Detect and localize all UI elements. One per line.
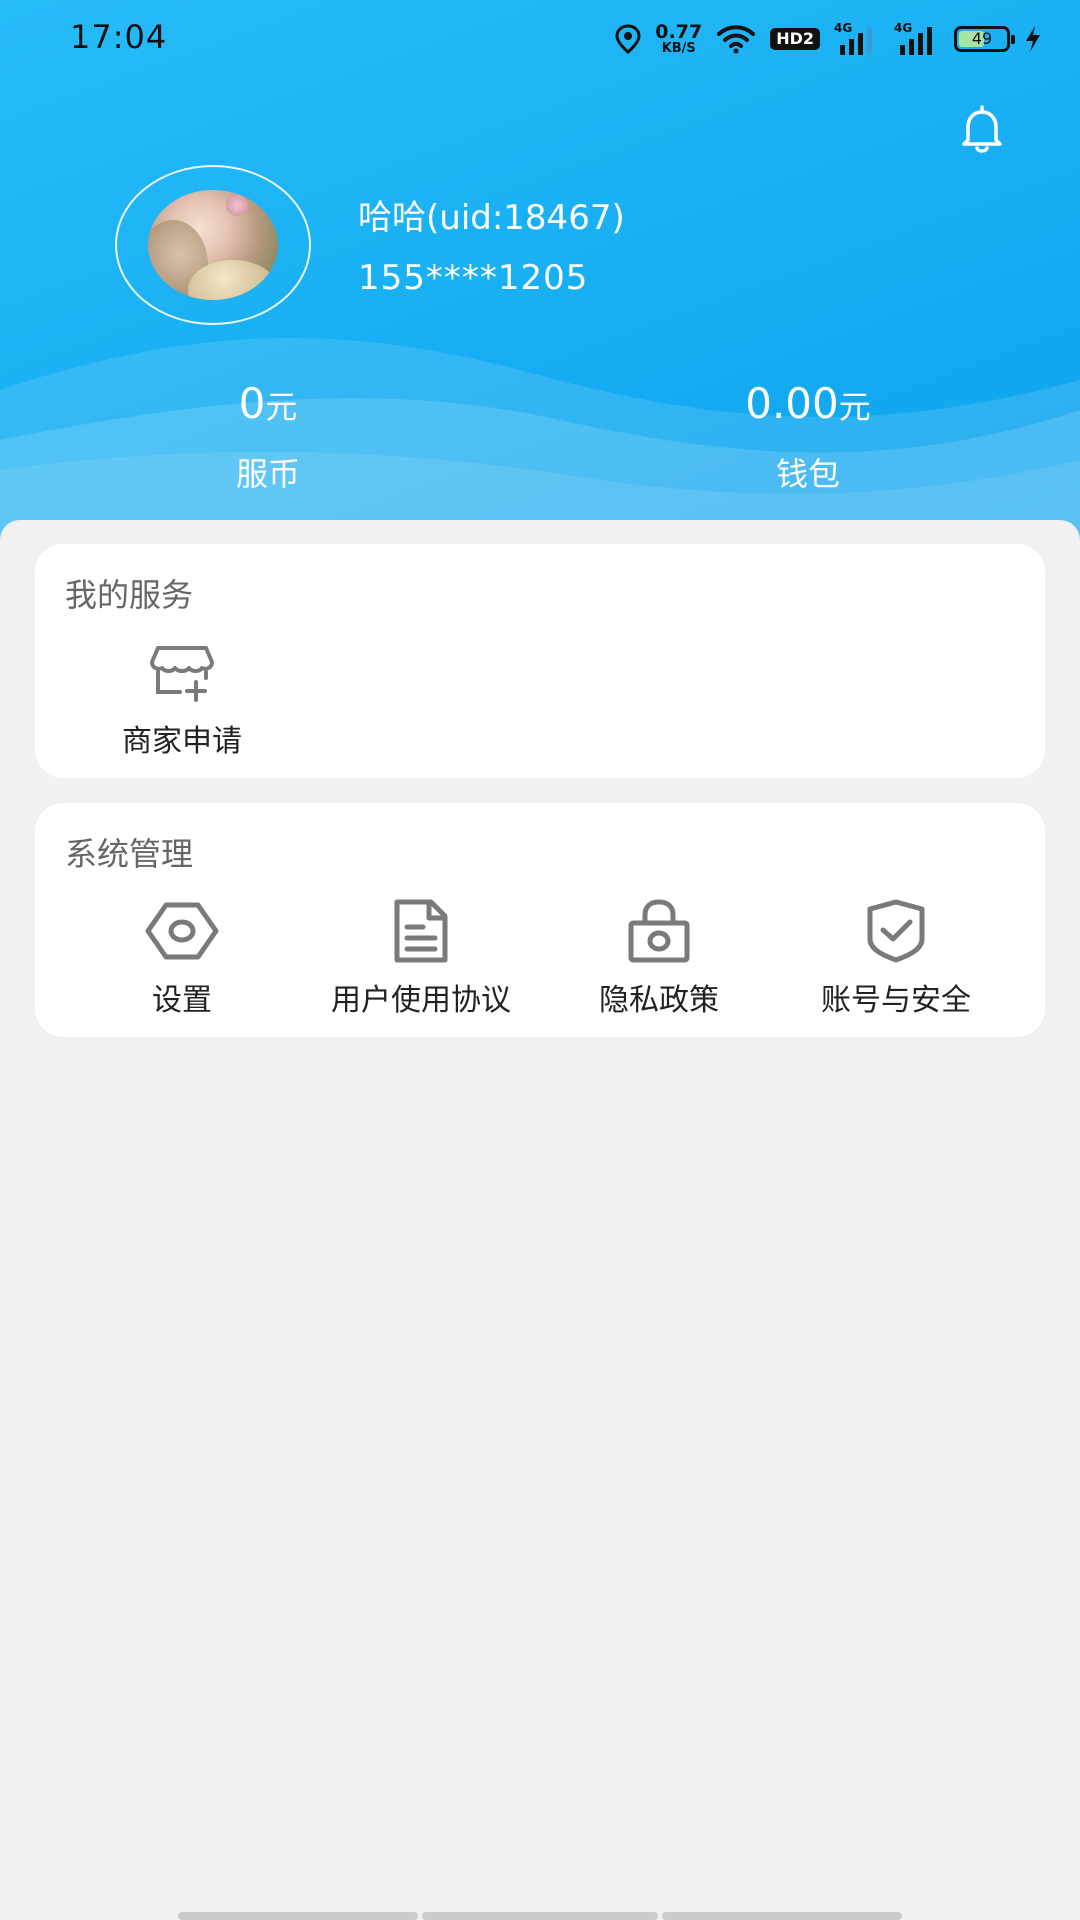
home-indicator-segment <box>662 1912 902 1920</box>
status-bar: 17:04 0.77 KB/S HD2 4G 4G 49 <box>0 0 1080 78</box>
signal-icon: 4G <box>834 21 880 57</box>
privacy-policy-label: 隐私政策 <box>599 983 719 1018</box>
home-indicator-segment <box>178 1912 418 1920</box>
charging-icon <box>1026 26 1040 52</box>
settings-hex-icon <box>145 902 219 960</box>
my-services-card: 我的服务 商家申请 <box>35 544 1045 778</box>
coins-unit: 元 <box>265 388 298 426</box>
network-speed: 0.77 KB/S <box>655 21 703 56</box>
settings-label: 设置 <box>152 983 212 1018</box>
user-agreement-label: 用户使用协议 <box>331 983 511 1018</box>
avatar[interactable] <box>148 190 278 300</box>
shield-check-icon <box>867 899 925 963</box>
my-services-title: 我的服务 <box>65 576 194 614</box>
wallet-label: 钱包 <box>775 455 840 493</box>
merchant-apply-button[interactable]: 商家申请 <box>62 640 302 760</box>
battery-icon: 49 <box>954 26 1015 52</box>
account-security-label: 账号与安全 <box>821 983 971 1018</box>
network-speed-value: 0.77 <box>655 21 703 43</box>
lock-icon <box>628 899 690 963</box>
settings-button[interactable]: 设置 <box>62 899 302 1019</box>
location-icon <box>615 24 641 54</box>
document-icon <box>394 899 448 963</box>
network-speed-unit: KB/S <box>661 41 696 56</box>
system-management-card: 系统管理 设置 用户使用协议 隐私政策 账号与安全 <box>35 803 1045 1037</box>
hd-icon: HD2 <box>770 28 820 50</box>
coins-stat[interactable]: 0元 服币 <box>118 378 418 495</box>
system-management-title: 系统管理 <box>65 835 194 873</box>
signal-icon: 4G <box>894 21 940 57</box>
battery-percent: 49 <box>971 29 993 48</box>
bell-icon[interactable] <box>954 102 1010 158</box>
coins-value: 0 <box>238 379 266 428</box>
wifi-icon <box>717 25 756 54</box>
wallet-stat[interactable]: 0.00元 钱包 <box>658 378 958 495</box>
user-name: 哈哈(uid:18467) <box>358 198 625 238</box>
home-indicator-segment <box>422 1912 658 1920</box>
status-time: 17:04 <box>70 18 168 56</box>
status-icons: 0.77 KB/S HD2 4G 4G 49 <box>615 18 1042 60</box>
store-add-icon <box>150 646 214 702</box>
privacy-policy-button[interactable]: 隐私政策 <box>539 899 779 1019</box>
user-agreement-button[interactable]: 用户使用协议 <box>301 899 541 1019</box>
merchant-apply-label: 商家申请 <box>122 724 242 759</box>
avatar-photo-flower <box>226 194 248 216</box>
wallet-value: 0.00 <box>745 379 839 428</box>
profile-header: 17:04 0.77 KB/S HD2 4G 4G 49 哈哈(uid:1846… <box>0 0 1080 540</box>
user-phone: 155****1205 <box>358 258 589 298</box>
wallet-unit: 元 <box>838 388 871 426</box>
coins-label: 服币 <box>235 455 300 493</box>
account-security-button[interactable]: 账号与安全 <box>776 899 1016 1019</box>
